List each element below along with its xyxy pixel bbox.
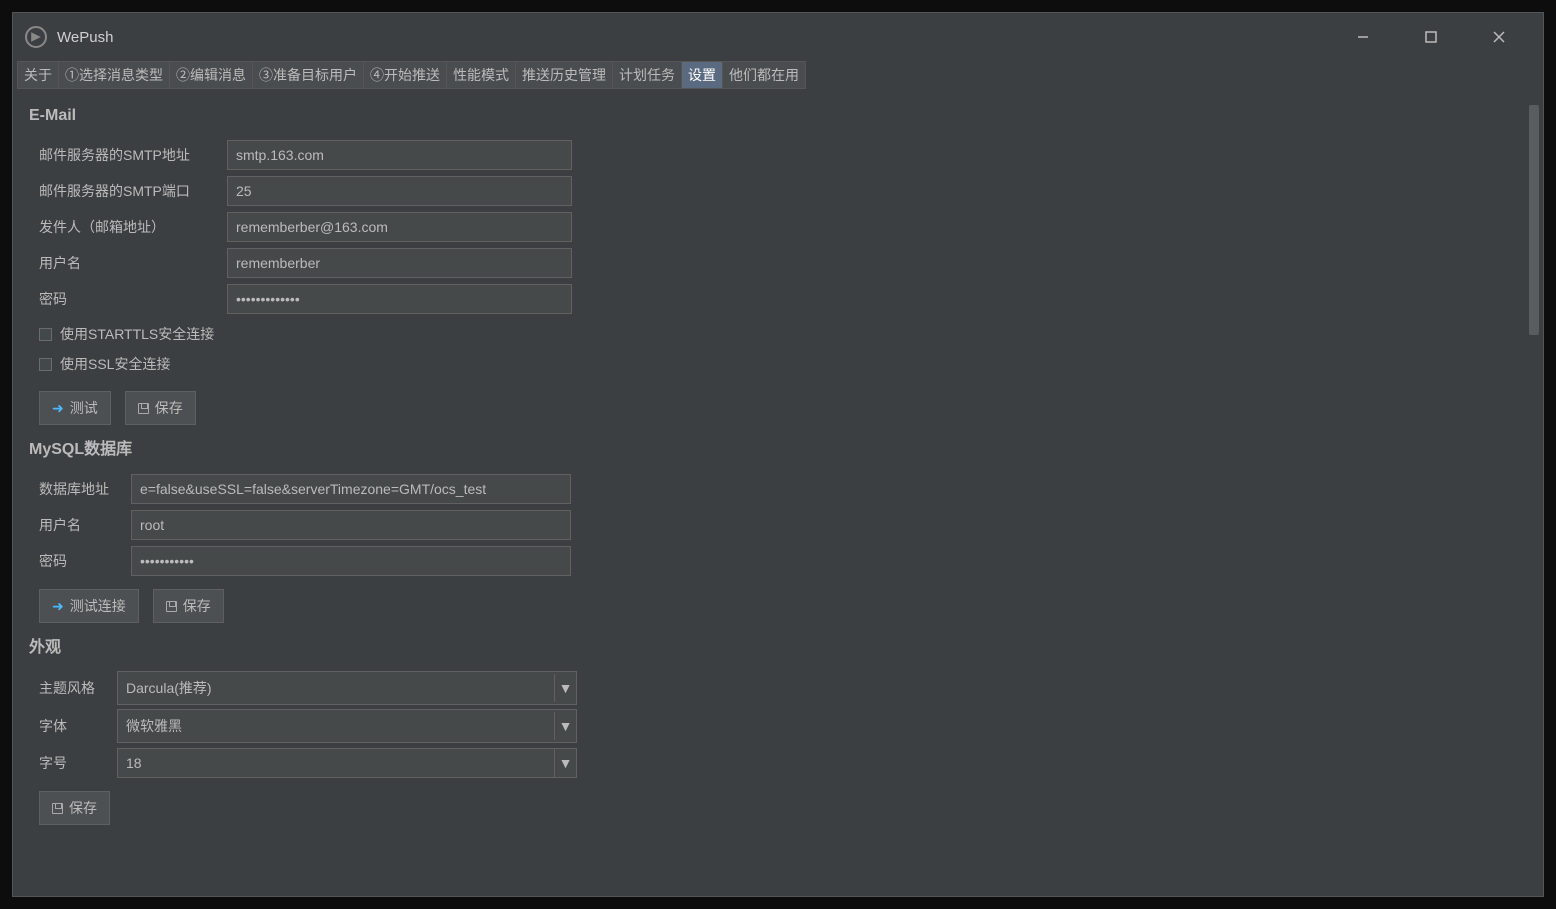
theme-select[interactable]: Darcula(推荐) ▼ (117, 671, 577, 705)
smtp-addr-label: 邮件服务器的SMTP地址 (39, 139, 227, 171)
smtp-port-input[interactable] (227, 176, 572, 206)
arrow-right-icon: ➜ (52, 598, 64, 615)
sender-input[interactable] (227, 212, 572, 242)
tab-history[interactable]: 推送历史管理 (516, 61, 613, 89)
db-addr-label: 数据库地址 (39, 473, 131, 505)
save-icon (166, 601, 177, 612)
sender-label: 发件人（邮箱地址） (39, 211, 227, 243)
arrow-right-icon: ➜ (52, 400, 64, 417)
appearance-save-label: 保存 (69, 798, 97, 818)
db-pass-label: 密码 (39, 545, 131, 577)
chevron-down-icon: ▼ (554, 749, 576, 777)
row-email-pass: 密码 (39, 283, 1527, 315)
app-title: WePush (57, 29, 113, 46)
mysql-save-label: 保存 (183, 596, 211, 616)
tab-start-push[interactable]: ④开始推送 (364, 61, 447, 89)
mysql-section-title: MySQL数据库 (29, 435, 1527, 459)
tab-about[interactable]: 关于 (17, 61, 59, 89)
fontsize-label: 字号 (39, 747, 117, 779)
theme-label: 主题风格 (39, 672, 117, 704)
smtp-addr-input[interactable] (227, 140, 572, 170)
titlebar: WePush (13, 13, 1543, 61)
email-test-label: 测试 (70, 398, 98, 418)
save-icon (138, 403, 149, 414)
theme-value: Darcula(推荐) (126, 678, 212, 698)
settings-panel: E-Mail 邮件服务器的SMTP地址 邮件服务器的SMTP端口 发件人（邮箱地… (13, 89, 1543, 896)
row-sender: 发件人（邮箱地址） (39, 211, 1527, 243)
starttls-label[interactable]: 使用STARTTLS安全连接 (60, 324, 214, 344)
chevron-down-icon: ▼ (554, 712, 576, 740)
ssl-label[interactable]: 使用SSL安全连接 (60, 354, 170, 374)
app-window: WePush 关于 ①选择消息类型 ②编辑消息 ③准备目标用户 ④开始推送 性能… (12, 12, 1544, 897)
window-controls (1343, 17, 1531, 57)
row-db-user: 用户名 (39, 509, 1527, 541)
appearance-buttons: 保存 (39, 791, 1527, 825)
row-font: 字体 微软雅黑 ▼ (39, 709, 1527, 743)
db-user-input[interactable] (131, 510, 571, 540)
font-label: 字体 (39, 710, 117, 742)
mysql-test-button[interactable]: ➜ 测试连接 (39, 589, 139, 623)
email-pass-label: 密码 (39, 283, 227, 315)
email-test-button[interactable]: ➜ 测试 (39, 391, 111, 425)
fontsize-select[interactable]: 18 ▼ (117, 748, 577, 778)
row-theme: 主题风格 Darcula(推荐) ▼ (39, 671, 1527, 705)
mysql-save-button[interactable]: 保存 (153, 589, 224, 623)
mysql-buttons: ➜ 测试连接 保存 (39, 589, 1527, 623)
fontsize-value: 18 (126, 755, 142, 771)
font-value: 微软雅黑 (126, 716, 182, 736)
row-smtp-addr: 邮件服务器的SMTP地址 (39, 139, 1527, 171)
row-db-pass: 密码 (39, 545, 1527, 577)
tab-scheduled[interactable]: 计划任务 (613, 61, 682, 89)
tab-perf-mode[interactable]: 性能模式 (447, 61, 516, 89)
row-ssl: 使用SSL安全连接 (39, 349, 1527, 379)
appearance-save-button[interactable]: 保存 (39, 791, 110, 825)
minimize-button[interactable] (1343, 17, 1383, 57)
tab-others[interactable]: 他们都在用 (723, 61, 806, 89)
chevron-down-icon: ▼ (554, 674, 576, 702)
ssl-checkbox[interactable] (39, 358, 52, 371)
close-button[interactable] (1479, 17, 1519, 57)
db-addr-input[interactable] (131, 474, 571, 504)
row-fontsize: 字号 18 ▼ (39, 747, 1527, 779)
mysql-test-label: 测试连接 (70, 596, 126, 616)
scrollbar-thumb[interactable] (1529, 105, 1539, 335)
email-save-button[interactable]: 保存 (125, 391, 196, 425)
row-db-addr: 数据库地址 (39, 473, 1527, 505)
scrollbar[interactable] (1527, 103, 1541, 886)
row-starttls: 使用STARTTLS安全连接 (39, 319, 1527, 349)
email-buttons: ➜ 测试 保存 (39, 391, 1527, 425)
appearance-section-title: 外观 (29, 633, 1527, 657)
email-save-label: 保存 (155, 398, 183, 418)
starttls-checkbox[interactable] (39, 328, 52, 341)
email-user-input[interactable] (227, 248, 572, 278)
tab-bar: 关于 ①选择消息类型 ②编辑消息 ③准备目标用户 ④开始推送 性能模式 推送历史… (13, 61, 1543, 89)
tab-settings[interactable]: 设置 (682, 61, 723, 89)
row-email-user: 用户名 (39, 247, 1527, 279)
save-icon (52, 803, 63, 814)
tab-edit-msg[interactable]: ②编辑消息 (170, 61, 253, 89)
app-logo-icon (25, 26, 47, 48)
tab-target-users[interactable]: ③准备目标用户 (253, 61, 364, 89)
smtp-port-label: 邮件服务器的SMTP端口 (39, 175, 227, 207)
maximize-button[interactable] (1411, 17, 1451, 57)
font-select[interactable]: 微软雅黑 ▼ (117, 709, 577, 743)
email-pass-input[interactable] (227, 284, 572, 314)
email-section-title: E-Mail (29, 107, 1527, 125)
row-smtp-port: 邮件服务器的SMTP端口 (39, 175, 1527, 207)
email-user-label: 用户名 (39, 247, 227, 279)
db-pass-input[interactable] (131, 546, 571, 576)
tab-msg-type[interactable]: ①选择消息类型 (59, 61, 170, 89)
db-user-label: 用户名 (39, 509, 131, 541)
